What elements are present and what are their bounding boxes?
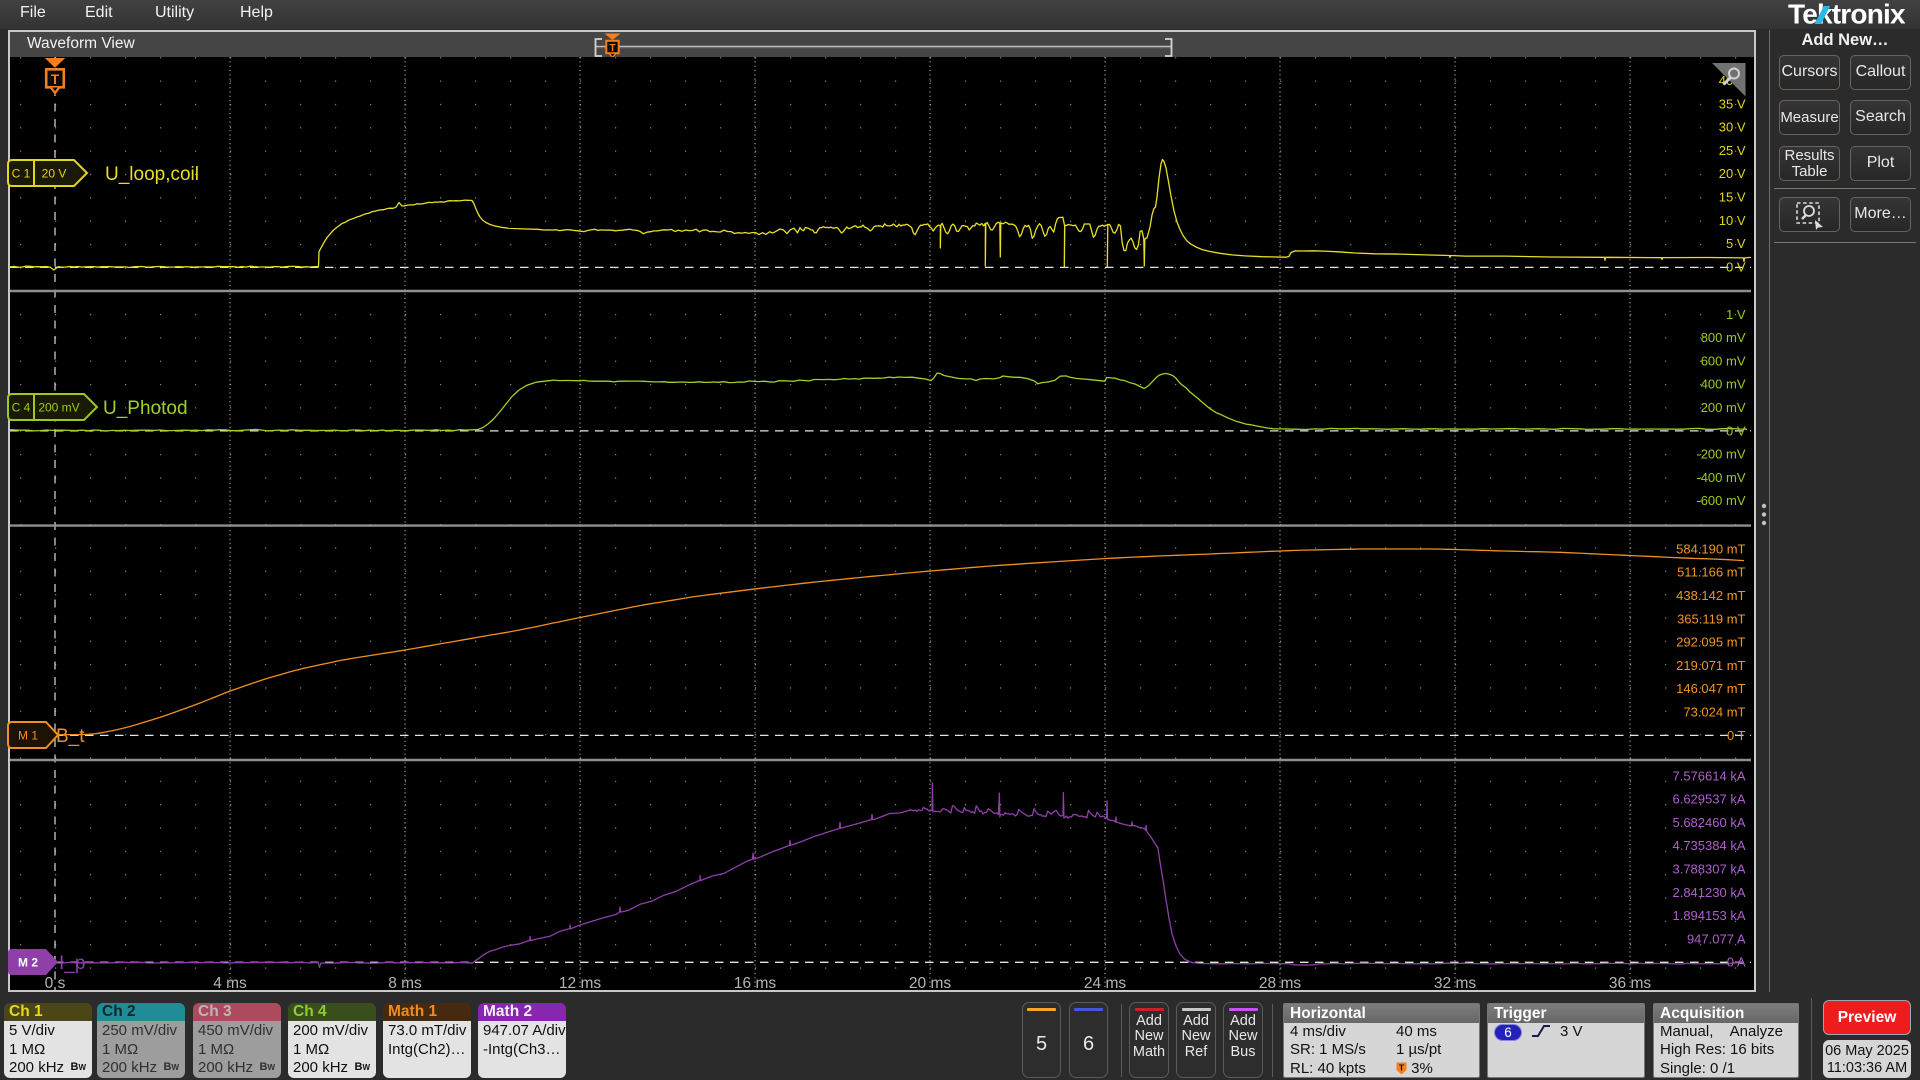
svg-text:0 s: 0 s xyxy=(45,975,66,992)
svg-text:I_p: I_p xyxy=(59,953,85,974)
svg-text:1.894153 kA: 1.894153 kA xyxy=(1672,908,1745,923)
svg-text:T: T xyxy=(51,72,60,87)
svg-text:T: T xyxy=(1399,1062,1405,1072)
svg-text:0 V: 0 V xyxy=(1726,259,1746,274)
svg-text:25 V: 25 V xyxy=(1719,143,1746,158)
svg-text:U_Photod: U_Photod xyxy=(103,398,188,419)
svg-text:30 V: 30 V xyxy=(1719,120,1746,135)
svg-text:Tektronix: Tektronix xyxy=(1788,0,1906,30)
svg-text:219.071 mT: 219.071 mT xyxy=(1676,658,1745,673)
svg-text:M 2: M 2 xyxy=(18,956,38,970)
svg-text:12 ms: 12 ms xyxy=(559,975,601,992)
svg-text:15 V: 15 V xyxy=(1719,190,1746,205)
svg-text:2.841230 kA: 2.841230 kA xyxy=(1672,885,1745,900)
svg-text:28 ms: 28 ms xyxy=(1259,975,1301,992)
svg-text:4.735384 kA: 4.735384 kA xyxy=(1672,838,1745,853)
svg-text:0 V: 0 V xyxy=(1726,423,1746,438)
svg-text:400 mV: 400 mV xyxy=(1701,377,1746,392)
svg-text:584.190 mT: 584.190 mT xyxy=(1676,541,1745,556)
svg-text:32 ms: 32 ms xyxy=(1434,975,1476,992)
svg-text:600 mV: 600 mV xyxy=(1701,353,1746,368)
svg-text:6.629537 kA: 6.629537 kA xyxy=(1672,792,1745,807)
svg-text:C 4: C 4 xyxy=(12,401,31,415)
svg-text:B_t: B_t xyxy=(56,726,85,747)
svg-text:0 T: 0 T xyxy=(1727,728,1746,743)
svg-text:U_loop,coil: U_loop,coil xyxy=(105,164,199,185)
svg-text:24 ms: 24 ms xyxy=(1084,975,1126,992)
svg-text:-600 mV: -600 mV xyxy=(1696,493,1745,508)
svg-text:20 V: 20 V xyxy=(1719,166,1746,181)
svg-text:947.077 A: 947.077 A xyxy=(1687,931,1746,946)
svg-text:20 V: 20 V xyxy=(42,167,67,181)
svg-text:292.095 mT: 292.095 mT xyxy=(1676,635,1745,650)
svg-text:35 V: 35 V xyxy=(1719,96,1746,111)
svg-text:7.576614 kA: 7.576614 kA xyxy=(1672,768,1745,783)
svg-text:0 A: 0 A xyxy=(1727,955,1746,970)
svg-text:8 ms: 8 ms xyxy=(388,975,422,992)
svg-text:-200 mV: -200 mV xyxy=(1696,447,1745,462)
svg-text:511.166 mT: 511.166 mT xyxy=(1677,565,1745,580)
svg-text:20 ms: 20 ms xyxy=(909,975,951,992)
svg-text:M 1: M 1 xyxy=(18,729,38,743)
svg-text:-400 mV: -400 mV xyxy=(1696,470,1745,485)
svg-text:5 V: 5 V xyxy=(1726,236,1746,251)
svg-text:36 ms: 36 ms xyxy=(1609,975,1651,992)
svg-text:4 ms: 4 ms xyxy=(213,975,247,992)
svg-text:800 mV: 800 mV xyxy=(1701,330,1746,345)
svg-text:10 V: 10 V xyxy=(1719,213,1746,228)
svg-text:200 mV: 200 mV xyxy=(38,401,79,415)
svg-text:5.682460 kA: 5.682460 kA xyxy=(1672,815,1745,830)
svg-text:1 V: 1 V xyxy=(1726,307,1746,322)
svg-text:3.788307 kA: 3.788307 kA xyxy=(1672,862,1745,877)
svg-text:C 1: C 1 xyxy=(12,167,31,181)
svg-text:365.119 mT: 365.119 mT xyxy=(1677,611,1745,626)
svg-text:200 mV: 200 mV xyxy=(1701,400,1746,415)
svg-text:438.142 mT: 438.142 mT xyxy=(1676,588,1745,603)
svg-text:73.024 mT: 73.024 mT xyxy=(1683,705,1745,720)
svg-text:146.047 mT: 146.047 mT xyxy=(1676,681,1745,696)
svg-text:16 ms: 16 ms xyxy=(734,975,776,992)
